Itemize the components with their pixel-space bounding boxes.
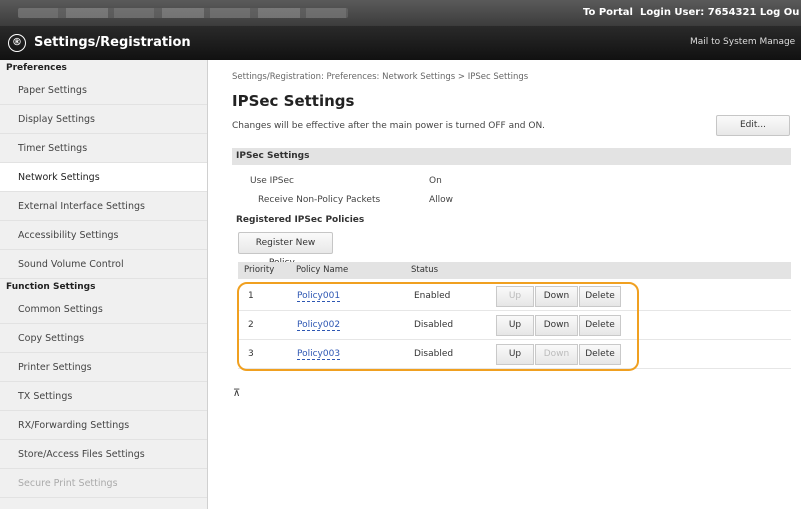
top-bar: To Portal Login User: 7654321 Log Ou [0,0,801,26]
column-policy-name: Policy Name [296,265,349,275]
use-ipsec-label: Use IPSec [250,176,294,186]
column-priority: Priority [244,265,275,275]
sidebar-item-rx-forwarding-settings[interactable]: RX/Forwarding Settings [0,411,207,440]
sidebar-item-common-settings[interactable]: Common Settings [0,295,207,324]
sidebar: Preferences Paper Settings Display Setti… [0,60,208,509]
to-portal-link[interactable]: To Portal [583,7,633,18]
sidebar-item-external-interface-settings[interactable]: External Interface Settings [0,192,207,221]
app-title: Settings/Registration [34,35,191,50]
edit-button[interactable]: Edit... [716,115,790,136]
sidebar-item-display-settings[interactable]: Display Settings [0,105,207,134]
breadcrumb: Settings/Registration: Preferences: Netw… [232,72,529,82]
sidebar-section-function-settings: Function Settings [6,282,96,292]
sidebar-section-preferences: Preferences [6,63,67,73]
sidebar-item-network-settings[interactable]: Network Settings [0,163,207,192]
sidebar-item-sound-volume-control[interactable]: Sound Volume Control [0,250,207,279]
sidebar-item-secure-print-settings[interactable]: Secure Print Settings [0,469,207,498]
sidebar-item-accessibility-settings[interactable]: Accessibility Settings [0,221,207,250]
sidebar-item-printer-settings[interactable]: Printer Settings [0,353,207,382]
receive-non-policy-label: Receive Non-Policy Packets [258,195,381,205]
sidebar-item-store-access-files-settings[interactable]: Store/Access Files Settings [0,440,207,469]
policy-table-header: Priority Policy Name Status [238,262,791,279]
settings-logo-icon: ® [8,34,26,52]
receive-non-policy-value: Allow [429,195,454,205]
mail-to-system-manager-link[interactable]: Mail to System Manage [690,37,795,47]
blurred-address [18,8,348,18]
register-new-policy-button[interactable]: Register New Policy... [238,232,333,268]
restart-notice: Changes will be effective after the main… [232,121,546,131]
login-user-info: Login User: 7654321 Log Ou [640,7,800,18]
column-status: Status [411,265,439,275]
back-to-top-icon[interactable]: ⊼ [233,388,240,399]
use-ipsec-value: On [429,176,442,186]
sidebar-item-tx-settings[interactable]: TX Settings [0,382,207,411]
sidebar-item-paper-settings[interactable]: Paper Settings [0,76,207,105]
ipsec-settings-section-header: IPSec Settings [232,148,791,165]
page-title: IPSec Settings [232,92,355,110]
sidebar-item-copy-settings[interactable]: Copy Settings [0,324,207,353]
policy-rows-highlight [237,282,639,371]
registered-policies-title: Registered IPSec Policies [236,215,365,225]
title-bar: ® Settings/Registration Mail to System M… [0,26,801,60]
sidebar-item-timer-settings[interactable]: Timer Settings [0,134,207,163]
